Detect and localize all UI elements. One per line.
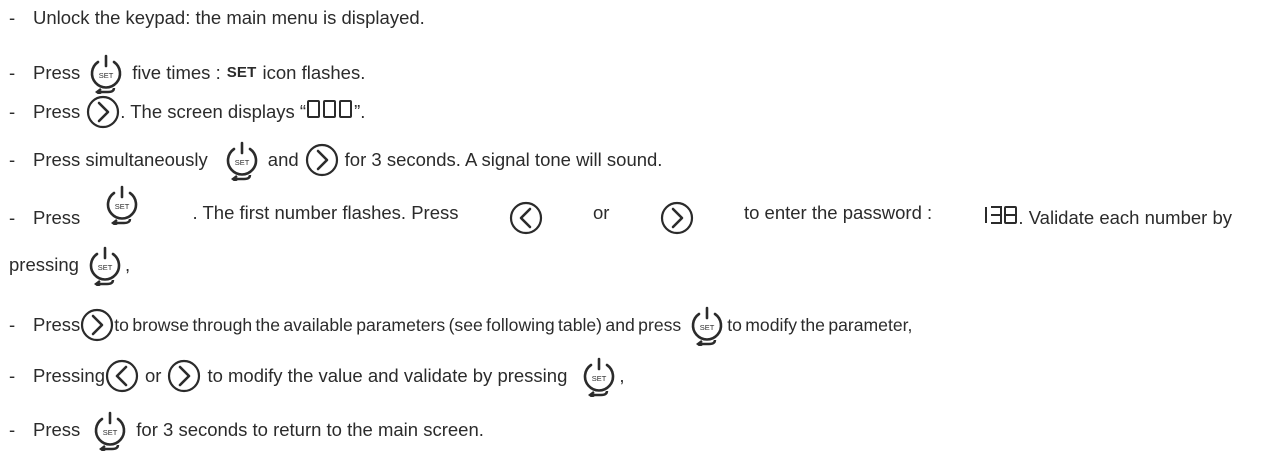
step-text: Press	[33, 419, 81, 440]
chevron-right-circle-icon	[660, 201, 694, 235]
bullet-dash: -	[9, 101, 16, 122]
step-4: - Press simultaneously SET and for 3 sec…	[9, 139, 662, 181]
step-text: Press	[33, 62, 81, 83]
chevron-right-circle-icon	[80, 308, 114, 342]
step-text: Press	[33, 101, 81, 122]
bullet-dash: -	[9, 365, 16, 386]
step-text: Press	[33, 207, 81, 228]
set-power-icon: SET	[102, 185, 142, 225]
step-text: and	[267, 149, 299, 170]
svg-text:SET: SET	[103, 428, 118, 437]
step-text: ”.	[354, 101, 366, 122]
set-power-icon: SET	[85, 246, 125, 286]
step-7: - Pressing or to modify the value and va…	[9, 355, 625, 397]
step-text: Unlock the keypad: the main menu is disp…	[33, 7, 425, 28]
svg-text:SET: SET	[99, 71, 114, 80]
step-text: to modify the parameter,	[727, 315, 913, 335]
step-text: ,	[124, 254, 131, 275]
step-text: . The screen displays “	[120, 101, 307, 122]
step-text: to modify the value and validate by pres…	[207, 365, 568, 386]
segment-display-138	[982, 205, 1018, 231]
bullet-dash: -	[9, 149, 16, 170]
chevron-right-circle-icon	[167, 359, 201, 393]
step-5-continuation: pressing SET ,	[9, 244, 130, 286]
step-3: - Press . The screen displays “ ”. 000	[9, 95, 365, 129]
set-power-icon: SET	[222, 141, 262, 181]
step-text: pressing	[9, 254, 79, 275]
step-1: - Unlock the keypad: the main menu is di…	[9, 6, 425, 30]
svg-text:SET: SET	[592, 374, 607, 383]
justified-line: - Press SET . The first number flashes. …	[9, 185, 1232, 235]
step-text: or	[144, 365, 162, 386]
bullet-dash: -	[9, 314, 16, 335]
set-power-icon: SET	[579, 357, 619, 397]
step-text: for 3 seconds to return to the main scre…	[136, 419, 484, 440]
set-power-icon: SET	[86, 54, 126, 94]
bullet-dash: -	[9, 207, 16, 228]
chevron-right-circle-icon	[86, 95, 120, 129]
step-text: . Validate each number by	[1018, 207, 1232, 228]
set-power-icon: SET	[90, 411, 130, 451]
chevron-left-circle-icon	[105, 359, 139, 393]
step-text: icon flashes.	[262, 62, 366, 83]
svg-text:SET: SET	[235, 158, 250, 167]
step-text: to enter the password :	[743, 202, 933, 223]
step-8: - Press SET for 3 seconds to return to t…	[9, 409, 484, 451]
step-text: . The first number flashes. Press	[192, 202, 459, 223]
svg-text:SET: SET	[700, 323, 715, 332]
step-2: - Press SET five times : SET icon flashe…	[9, 52, 365, 94]
step-text: or	[593, 202, 610, 223]
step-text: five times :	[132, 62, 221, 83]
segment-display-000	[306, 99, 354, 125]
chevron-left-circle-icon	[509, 201, 543, 235]
step-text: for 3 seconds. A signal tone will sound.	[344, 149, 663, 170]
bullet-dash: -	[9, 419, 16, 440]
bullet-dash: -	[9, 7, 16, 28]
step-text: to browse through the available paramete…	[114, 315, 682, 335]
chevron-right-circle-icon	[305, 143, 339, 177]
step-text: Press simultaneously	[33, 149, 208, 170]
svg-text:SET: SET	[115, 202, 130, 211]
step-text: ,	[619, 365, 625, 386]
step-6: - Press to browse through the available …	[9, 304, 912, 346]
step-5: - Press SET . The first number flashes. …	[9, 185, 1232, 235]
step-text: Press	[33, 314, 81, 335]
bullet-dash: -	[9, 62, 16, 83]
step-text: Pressing	[33, 365, 105, 386]
instruction-document: - Unlock the keypad: the main menu is di…	[0, 0, 1261, 467]
svg-text:SET: SET	[98, 263, 113, 272]
set-label: SET	[226, 64, 257, 81]
set-power-icon: SET	[687, 306, 727, 346]
